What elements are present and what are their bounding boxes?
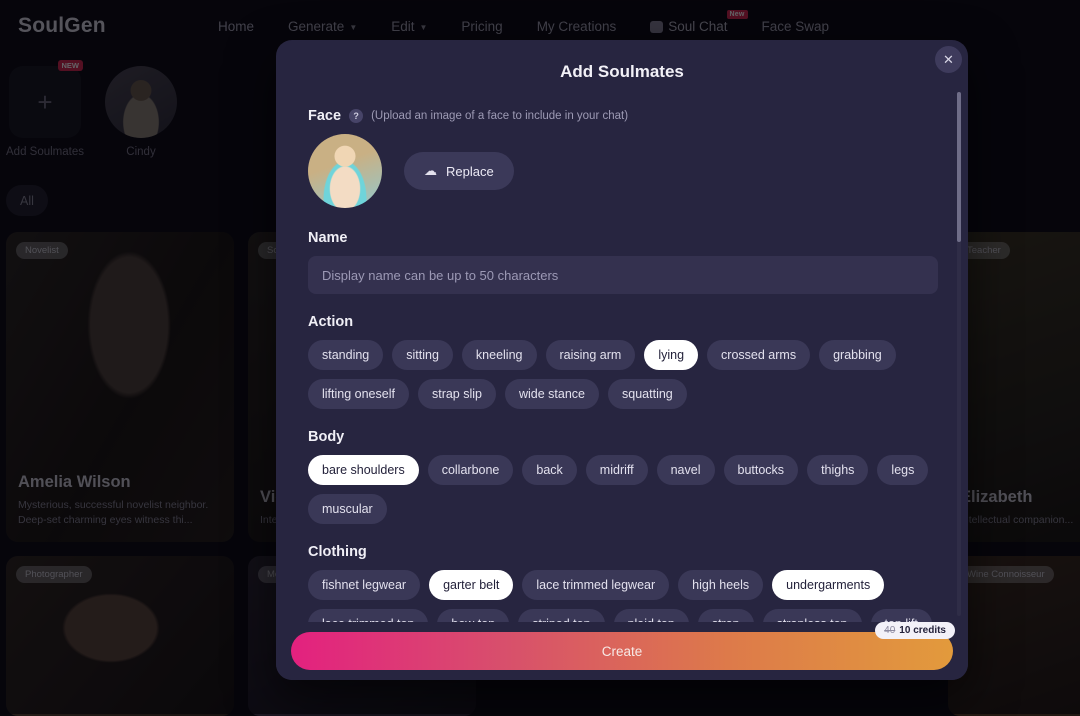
- app-background: SoulGen Home Generate ▼ Edit ▼ Pricing M…: [0, 0, 1080, 714]
- chip-buttocks[interactable]: buttocks: [724, 455, 799, 485]
- face-hint: (Upload an image of a face to include in…: [371, 110, 628, 122]
- chip-fishnet-legwear[interactable]: fishnet legwear: [308, 570, 420, 600]
- chip-striped-top[interactable]: striped top: [518, 609, 604, 622]
- clothing-label: Clothing: [308, 544, 938, 560]
- help-icon[interactable]: ?: [349, 109, 363, 123]
- chip-sitting[interactable]: sitting: [392, 340, 453, 370]
- modal-title: Add Soulmates: [276, 40, 968, 88]
- name-input[interactable]: [308, 256, 938, 294]
- add-soulmates-modal: Add Soulmates ✕ Face ? (Upload an image …: [276, 40, 968, 680]
- chip-navel[interactable]: navel: [657, 455, 715, 485]
- chip-kneeling[interactable]: kneeling: [462, 340, 537, 370]
- chip-muscular[interactable]: muscular: [308, 494, 387, 524]
- face-label: Face: [308, 108, 341, 124]
- chip-lace-trimmed-top[interactable]: lace trimmed top: [308, 609, 428, 622]
- face-avatar[interactable]: [308, 134, 382, 208]
- chip-back[interactable]: back: [522, 455, 576, 485]
- replace-button[interactable]: ☁ Replace: [404, 152, 514, 190]
- chip-garter-belt[interactable]: garter belt: [429, 570, 513, 600]
- action-block: Action standing sitting kneeling raising ar…: [308, 314, 938, 409]
- chip-collarbone[interactable]: collarbone: [428, 455, 514, 485]
- modal-footer: Create 40 10 credits: [276, 622, 968, 680]
- body-chip-group: bare shoulders collarbone back midriff navel…: [308, 455, 938, 524]
- name-block: Name: [308, 230, 938, 294]
- clothing-block: Clothing fishnet legweargarter beltlace …: [308, 544, 938, 622]
- create-button[interactable]: Create 40 10 credits: [291, 632, 953, 670]
- chip-bow-top[interactable]: bow top: [437, 609, 509, 622]
- chip-legs[interactable]: legs: [877, 455, 928, 485]
- chip-strap-slip[interactable]: strap slip: [418, 379, 496, 409]
- action-chip-group: standing sitting kneeling raising arm lyingc…: [308, 340, 938, 409]
- cloud-upload-icon: ☁: [424, 163, 437, 179]
- chip-grabbing[interactable]: grabbing: [819, 340, 896, 370]
- chip-plaid-top[interactable]: plaid top: [614, 609, 689, 622]
- chip-lifting-oneself[interactable]: lifting oneself: [308, 379, 409, 409]
- modal-body: Face ? (Upload an image of a face to inc…: [276, 96, 968, 622]
- face-section-label: Face ? (Upload an image of a face to inc…: [308, 108, 938, 124]
- credits-new-price: 10 credits: [899, 625, 946, 636]
- chip-midriff[interactable]: midriff: [586, 455, 648, 485]
- face-row: ☁ Replace: [308, 134, 938, 208]
- chip-crossed-arms[interactable]: crossed arms: [707, 340, 810, 370]
- chip-lace-trimmed-legwear[interactable]: lace trimmed legwear: [522, 570, 669, 600]
- chip-bare-shoulders[interactable]: bare shoulders: [308, 455, 419, 485]
- create-button-label: Create: [602, 644, 643, 659]
- credits-old-price: 40: [884, 625, 895, 636]
- modal-scrollbar-thumb[interactable]: [957, 92, 961, 242]
- action-label: Action: [308, 314, 938, 330]
- chip-top-lift[interactable]: top lift: [871, 609, 932, 622]
- name-label: Name: [308, 230, 938, 246]
- body-label: Body: [308, 429, 938, 445]
- chip-lying[interactable]: lying: [644, 340, 698, 370]
- chip-strapless-top[interactable]: strapless top: [763, 609, 862, 622]
- chip-raising-arm[interactable]: raising arm: [546, 340, 636, 370]
- chip-thighs[interactable]: thighs: [807, 455, 868, 485]
- clothing-chip-group: fishnet legwear garter belt lace trimmed l…: [308, 570, 938, 622]
- chip-wide-stance[interactable]: wide stance: [505, 379, 599, 409]
- chip-high-heels[interactable]: high heels: [678, 570, 763, 600]
- chip-squatting[interactable]: squatting: [608, 379, 687, 409]
- body-block: Body bare shoulders collarbone back midriff…: [308, 429, 938, 524]
- replace-button-label: Replace: [446, 164, 494, 179]
- close-icon[interactable]: ✕: [935, 46, 962, 73]
- chip-strap[interactable]: strap: [698, 609, 754, 622]
- modal-scrollbar[interactable]: [957, 92, 961, 616]
- credits-badge: 40 10 credits: [875, 622, 955, 639]
- chip-standing[interactable]: standing: [308, 340, 383, 370]
- chip-undergarments[interactable]: undergarments: [772, 570, 884, 600]
